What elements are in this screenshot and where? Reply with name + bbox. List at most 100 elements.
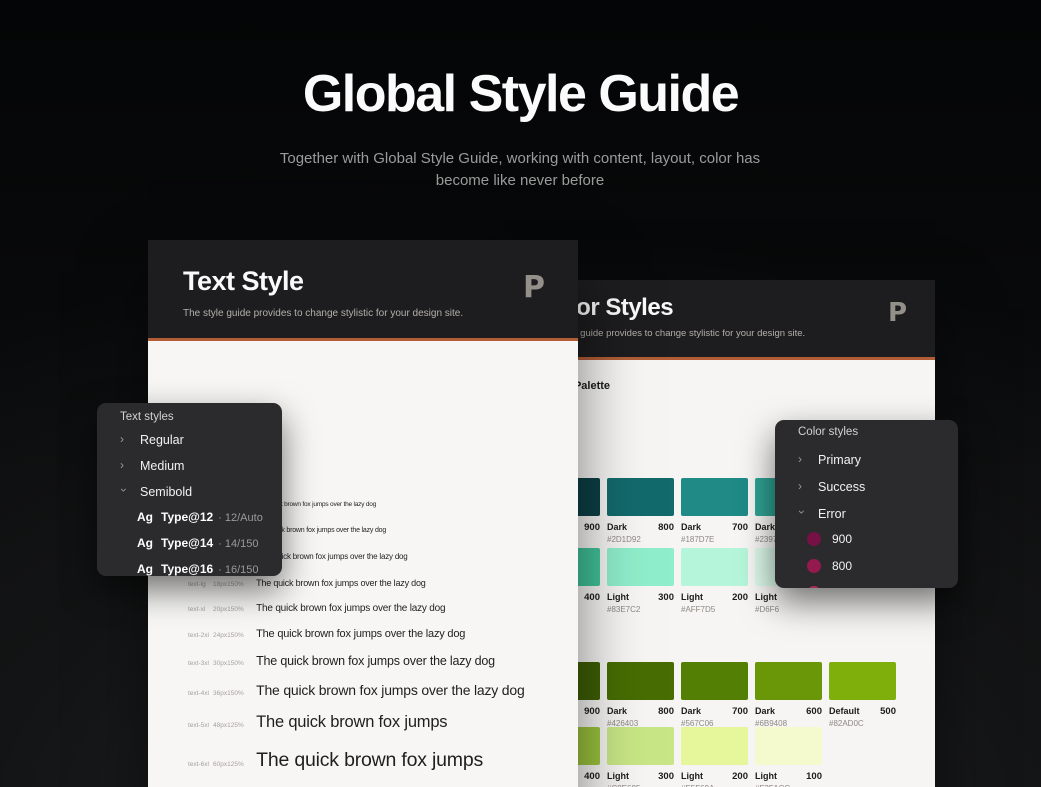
- group-label: Primary: [818, 453, 861, 467]
- color-style-group-error[interactable]: ›Error: [798, 507, 950, 521]
- color-swatch[interactable]: [607, 478, 674, 516]
- text-style-group-semibold[interactable]: › Semibold: [120, 485, 274, 499]
- type-specimen-row: text-6xl60px125%The quick brown fox jump…: [188, 749, 578, 772]
- color-styles-panel: Color styles ›Primary›Success›Error90080…: [775, 420, 958, 588]
- type-style-meta: · 16/150: [218, 564, 258, 576]
- swatch-name-hex: Dark#2D1D92: [607, 522, 641, 544]
- type-specimen-row: text-3xl30px150%The quick brown fox jump…: [188, 654, 578, 668]
- type-style-meta: · 12/Auto: [218, 512, 263, 524]
- type-style-meta: · 14/150: [218, 538, 258, 550]
- color-dot-icon: [807, 532, 821, 546]
- color-swatch[interactable]: [681, 478, 748, 516]
- swatch-footer: Light#C8E685300: [607, 771, 674, 787]
- swatch-footer: Light#F3FACC100: [755, 771, 822, 787]
- color-weight-label: 900: [832, 532, 852, 546]
- swatch-weight: 800: [658, 706, 674, 728]
- swatch-name-hex: Dark#187D7E: [681, 522, 714, 544]
- sample-text: The quick brown fox jumps over the lazy …: [256, 654, 495, 668]
- row-size-label: 18px: [213, 581, 227, 588]
- color-swatch-cell: Light#83E7C2300: [607, 548, 674, 614]
- row-lineheight-label: 150%: [227, 606, 256, 613]
- type-style-name: Type@12: [161, 510, 213, 524]
- color-swatch[interactable]: [755, 662, 822, 700]
- text-style-group-medium[interactable]: ›Medium: [120, 459, 274, 473]
- row-lineheight-label: 125%: [227, 761, 256, 768]
- swatch-name-hex: Light#C8E685: [607, 771, 640, 787]
- ag-preview: Ag: [137, 510, 161, 524]
- swatch-hex: #AFF7D5: [681, 605, 715, 614]
- type-specimen-row: text-5xl48px125%The quick brown fox jump…: [188, 713, 578, 732]
- color-style-item[interactable]: 800: [807, 559, 950, 573]
- swatch-footer: Dark#6B9408600: [755, 706, 822, 728]
- color-swatch-cell: Light#E5F69A200: [681, 727, 748, 787]
- color-style-group-primary[interactable]: › Primary: [798, 453, 950, 467]
- sample-text: The quick brown fox jumps over the lazy …: [256, 628, 465, 640]
- color-swatch-cell: Dark#567C06700: [681, 662, 748, 728]
- swatch-footer: Light#AFF7D5 200: [681, 592, 748, 614]
- brand-logo-icon: P: [523, 270, 545, 305]
- row-token-label: text-lg: [188, 581, 213, 588]
- swatch-footer: Light#D6F6: [755, 592, 822, 614]
- swatch-hex: #187D7E: [681, 535, 714, 544]
- color-style-item[interactable]: [807, 586, 950, 588]
- swatch-footer: Light#83E7C2300: [607, 592, 674, 614]
- type-style-item[interactable]: AgType@14· 14/150: [137, 536, 274, 550]
- group-label: Semibold: [140, 485, 192, 499]
- swatch-hex: #83E7C2: [607, 605, 640, 614]
- swatch-name-hex: Dark#567C06: [681, 706, 713, 728]
- swatch-name-hex: Dark#2397: [755, 522, 777, 544]
- swatch-footer: Dark#2D1D92800: [607, 522, 674, 544]
- color-style-item[interactable]: 900: [807, 532, 950, 546]
- swatch-weight: 900: [584, 522, 600, 533]
- swatch-name-hex: Dark#6B9408: [755, 706, 787, 728]
- text-style-group-regular[interactable]: ›Regular: [120, 433, 274, 447]
- swatch-name-hex: Default#82AD0C: [829, 706, 864, 728]
- color-swatch[interactable]: [829, 662, 896, 700]
- color-swatch-cell: Dark#426403800: [607, 662, 674, 728]
- swatch-name: Dark: [755, 522, 777, 532]
- group-label: Success: [818, 480, 865, 494]
- sample-text: The quick brown fox jumps over the lazy …: [256, 578, 426, 588]
- type-style-item[interactable]: AgType@16 · 16/150: [137, 562, 274, 576]
- chevron-right-icon: ›: [120, 432, 128, 446]
- color-style-group-success[interactable]: ›Success: [798, 480, 950, 494]
- type-specimen-row: text-lg18px150%The quick brown fox jumps…: [188, 578, 578, 588]
- swatch-name: Dark: [607, 706, 638, 716]
- ag-preview: Ag: [137, 562, 161, 576]
- brand-logo-icon: P: [888, 298, 907, 328]
- row-size-label: 48px: [213, 722, 227, 729]
- swatch-name-hex: Light#D6F6: [755, 592, 779, 614]
- swatch-footer: Dark#567C06700: [681, 706, 748, 728]
- chevron-down-icon: ›: [795, 510, 809, 518]
- type-style-name: Type@16: [161, 562, 213, 576]
- row-size-label: 36px: [213, 690, 227, 697]
- color-swatch[interactable]: [681, 662, 748, 700]
- sample-text: The quick brown fox jumps over the lazy …: [256, 603, 445, 614]
- color-swatch[interactable]: [681, 548, 748, 586]
- color-swatch[interactable]: [755, 727, 822, 765]
- sample-text: The quick brown fox jumps: [256, 749, 483, 772]
- chevron-down-icon: ›: [117, 488, 131, 496]
- row-size-label: 20px: [213, 606, 227, 613]
- color-dot-icon: [807, 586, 821, 588]
- row-token-label: text-4xl: [188, 690, 213, 697]
- swatch-weight: 700: [732, 522, 748, 544]
- swatch-name: Light: [755, 771, 790, 781]
- color-swatch[interactable]: [607, 548, 674, 586]
- color-styles-panel-title: Color styles: [798, 426, 858, 438]
- swatch-weight: 400: [584, 771, 600, 782]
- type-style-name: Type@14: [161, 536, 213, 550]
- color-swatch[interactable]: [607, 662, 674, 700]
- swatch-weight: 200: [732, 771, 748, 787]
- color-swatch[interactable]: [607, 727, 674, 765]
- swatch-weight: 200: [732, 592, 748, 614]
- type-specimen-row: text-4xl36px150%The quick brown fox jump…: [188, 682, 578, 698]
- sample-text: The quick brown fox jumps over the lazy …: [256, 682, 524, 698]
- row-lineheight-label: 150%: [227, 690, 256, 697]
- color-swatch[interactable]: [681, 727, 748, 765]
- row-token-label: text-3xl: [188, 660, 213, 667]
- type-style-item[interactable]: AgType@12 · 12/Auto: [137, 510, 274, 524]
- page: Global Style Guide Together with Global …: [0, 0, 1041, 787]
- swatch-name-hex: Light#AFF7D5: [681, 592, 715, 614]
- chevron-right-icon: ›: [798, 452, 806, 466]
